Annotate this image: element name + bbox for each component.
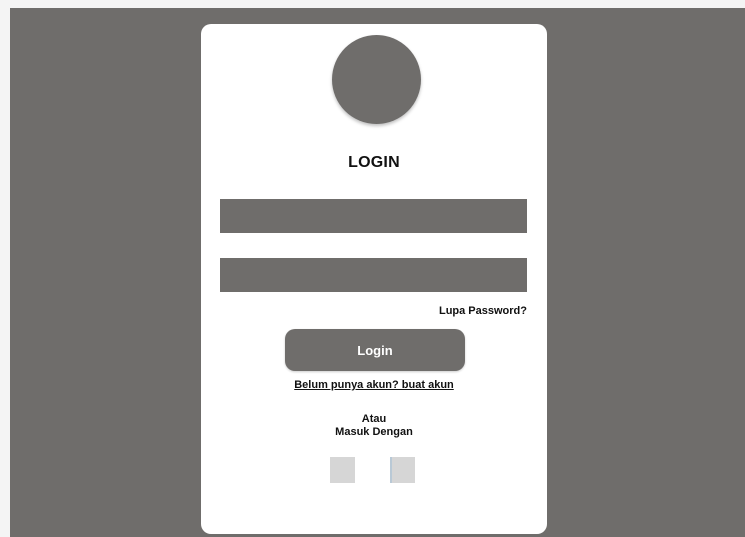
username-input[interactable]: [220, 199, 527, 233]
forgot-password-link[interactable]: Lupa Password?: [439, 305, 527, 317]
top-strip: [0, 0, 745, 8]
password-input[interactable]: [220, 258, 527, 292]
social-login-option-2-icon[interactable]: [390, 457, 415, 483]
alternative-login-line1: Atau: [361, 413, 387, 425]
register-link[interactable]: Belum punya akun? buat akun: [201, 379, 547, 391]
alternative-login-label: Atau Masuk Dengan: [201, 413, 547, 439]
page-title: LOGIN: [348, 154, 400, 171]
avatar: [332, 35, 421, 124]
login-card: LOGIN Lupa Password? Login Belum punya a…: [201, 24, 547, 534]
alternative-login-line2: Masuk Dengan: [335, 426, 413, 438]
login-button[interactable]: Login: [285, 329, 465, 371]
social-login-option-1-icon[interactable]: [330, 457, 355, 483]
left-strip: [0, 8, 10, 537]
